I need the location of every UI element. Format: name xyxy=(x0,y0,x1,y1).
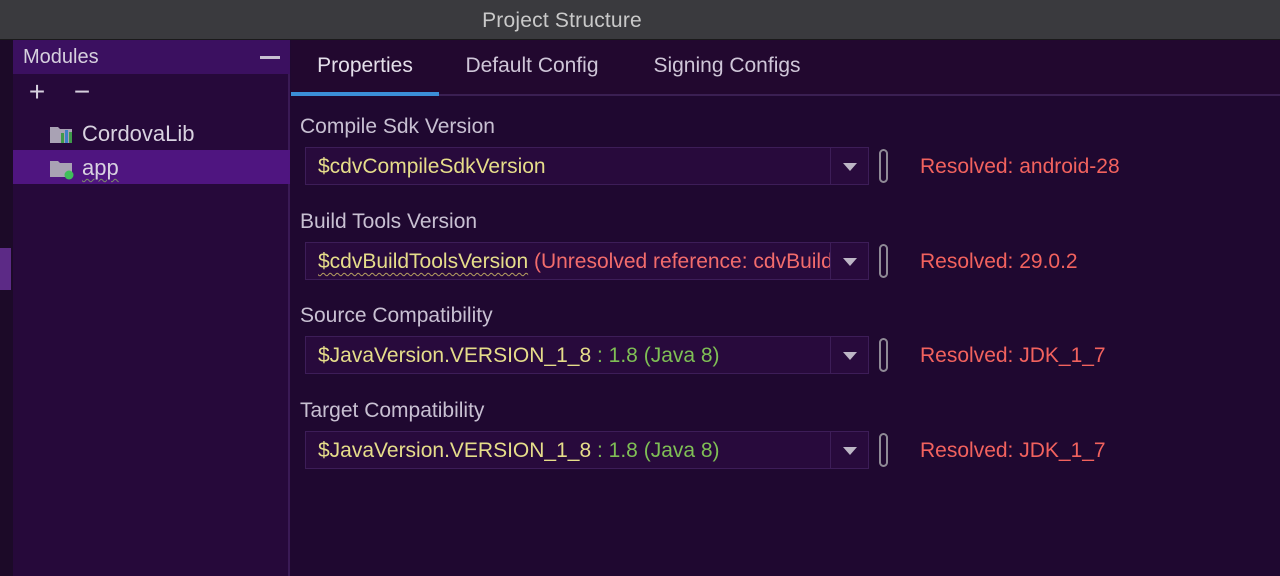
target-compat-combo[interactable]: $JavaVersion.VERSION_1_8 : 1.8 (Java 8) xyxy=(305,431,869,469)
target-compat-resolved: Resolved: JDK_1_7 xyxy=(920,439,1106,462)
chevron-down-icon xyxy=(843,447,857,455)
chevron-down-icon xyxy=(843,163,857,171)
app-module-icon xyxy=(49,158,75,180)
chevron-down-icon xyxy=(843,352,857,360)
expression-toggle-icon[interactable] xyxy=(879,244,888,278)
title-bar: Project Structure xyxy=(0,0,1280,40)
build-tools-value: $cdvBuildToolsVersion (Unresolved refere… xyxy=(318,250,868,274)
source-compat-inline-value: : 1.8 (Java 8) xyxy=(597,344,720,367)
source-compat-combo[interactable]: $JavaVersion.VERSION_1_8 : 1.8 (Java 8) xyxy=(305,336,869,374)
tab-signing-configs[interactable]: Signing Configs xyxy=(637,40,817,96)
build-tools-error: (Unresolved reference: cdvBuildToolsVers… xyxy=(533,250,868,273)
compile-sdk-resolved: Resolved: android-28 xyxy=(920,155,1120,178)
module-item-label: app xyxy=(82,155,119,180)
modules-header: Modules xyxy=(13,40,290,74)
target-compat-variable: $JavaVersion.VERSION_1_8 xyxy=(318,439,592,462)
source-compat-variable: $JavaVersion.VERSION_1_8 xyxy=(318,344,592,367)
expression-toggle-icon[interactable] xyxy=(879,338,888,372)
expression-toggle-icon[interactable] xyxy=(879,433,888,467)
modules-toolbar: + − xyxy=(13,74,290,114)
build-tools-resolved: Resolved: 29.0.2 xyxy=(920,250,1078,273)
collapse-panel-icon[interactable] xyxy=(260,56,280,59)
target-compat-value: $JavaVersion.VERSION_1_8 : 1.8 (Java 8) xyxy=(318,439,720,463)
source-compat-value: $JavaVersion.VERSION_1_8 : 1.8 (Java 8) xyxy=(318,344,720,368)
tab-bar: Properties Default Config Signing Config… xyxy=(291,40,1280,96)
module-item-label: CordovaLib xyxy=(82,121,195,146)
window-title: Project Structure xyxy=(482,9,642,32)
module-item-cordovalib[interactable]: CordovaLib xyxy=(13,116,290,150)
compile-sdk-combo[interactable]: $cdvCompileSdkVersion xyxy=(305,147,869,185)
library-module-icon xyxy=(49,124,75,144)
target-compat-inline-value: : 1.8 (Java 8) xyxy=(597,439,720,462)
expression-toggle-icon[interactable] xyxy=(879,149,888,183)
build-tools-dropdown-button[interactable] xyxy=(830,243,868,279)
modules-sidebar: Modules + − CordovaLib app xyxy=(13,40,290,576)
compile-sdk-value: $cdvCompileSdkVersion xyxy=(318,155,546,179)
target-compat-dropdown-button[interactable] xyxy=(830,432,868,468)
build-tools-label: Build Tools Version xyxy=(300,210,478,233)
add-module-button[interactable]: + xyxy=(23,78,51,106)
compile-sdk-variable: $cdvCompileSdkVersion xyxy=(318,155,546,178)
source-compat-dropdown-button[interactable] xyxy=(830,337,868,373)
tab-default-config[interactable]: Default Config xyxy=(451,40,613,96)
build-tools-variable: $cdvBuildToolsVersion xyxy=(318,250,529,273)
left-edge-marker[interactable] xyxy=(0,248,11,290)
source-compat-resolved: Resolved: JDK_1_7 xyxy=(920,344,1106,367)
tab-properties[interactable]: Properties xyxy=(291,40,439,96)
chevron-down-icon xyxy=(843,258,857,266)
left-edge-panel xyxy=(0,40,13,576)
source-compat-label: Source Compatibility xyxy=(300,304,493,327)
target-compat-label: Target Compatibility xyxy=(300,399,485,422)
compile-sdk-dropdown-button[interactable] xyxy=(830,148,868,184)
module-item-app[interactable]: app xyxy=(13,150,290,184)
build-tools-combo[interactable]: $cdvBuildToolsVersion (Unresolved refere… xyxy=(305,242,869,280)
modules-header-label: Modules xyxy=(23,46,99,68)
remove-module-button[interactable]: − xyxy=(68,78,96,106)
compile-sdk-label: Compile Sdk Version xyxy=(300,115,495,138)
